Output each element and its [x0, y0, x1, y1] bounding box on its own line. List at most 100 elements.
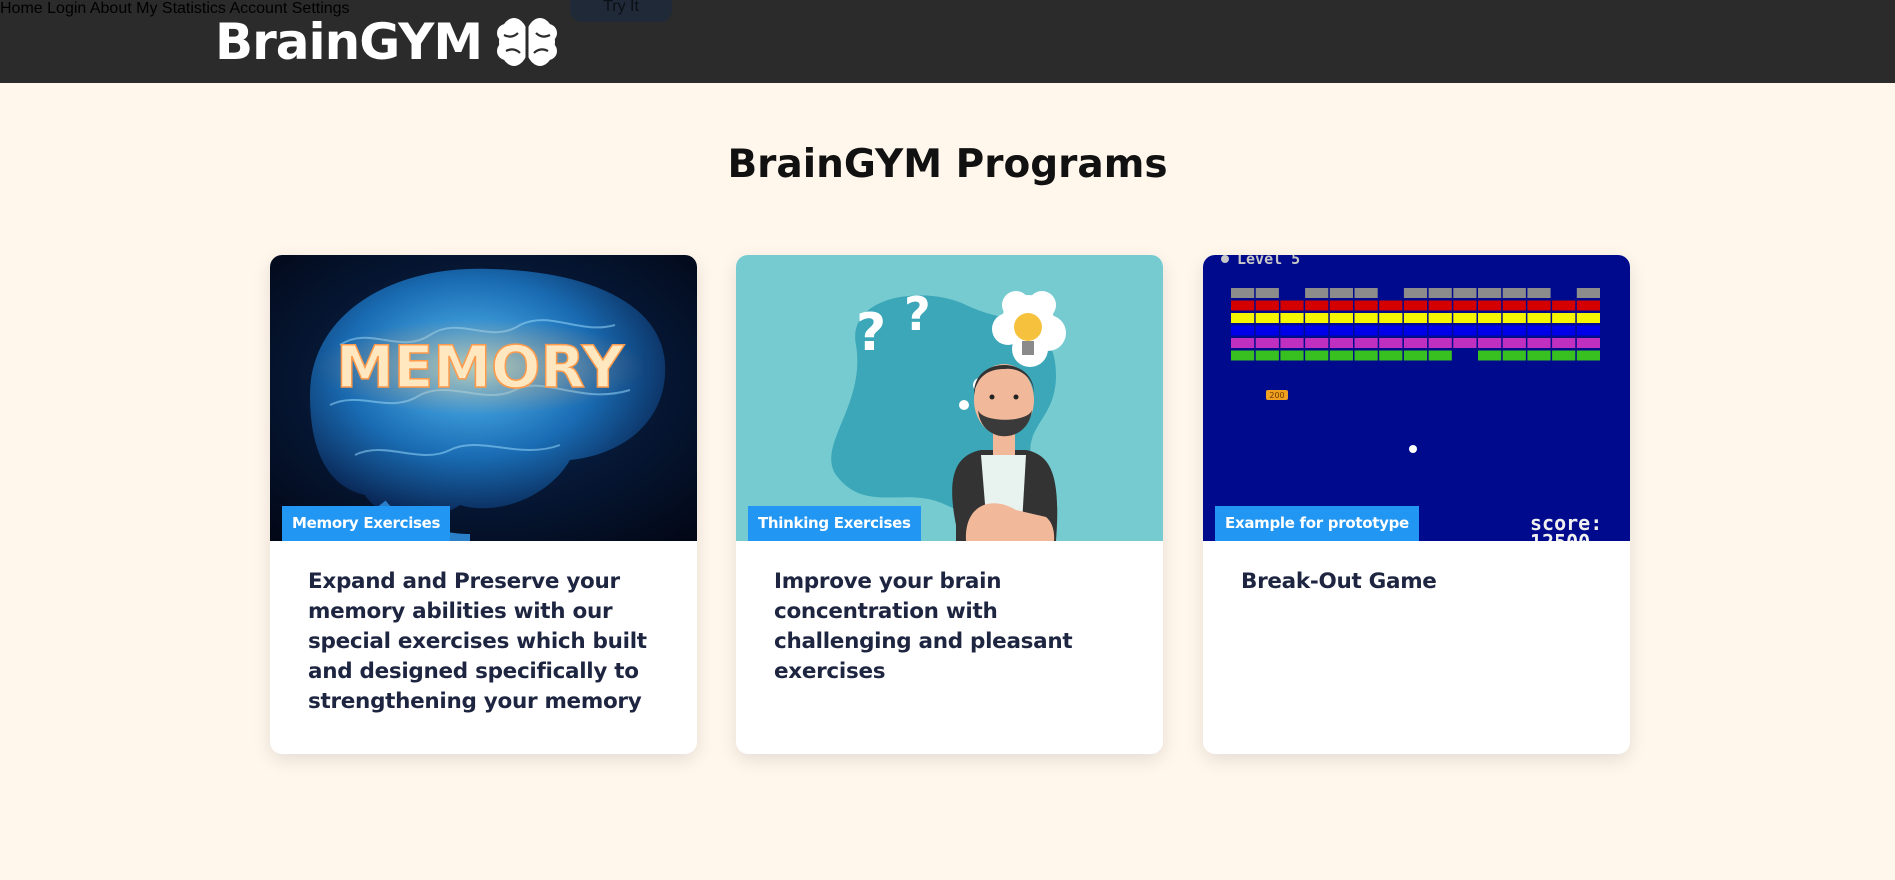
game-bonus: 200 [1269, 391, 1284, 400]
game-brick [1478, 325, 1502, 336]
game-brick [1305, 338, 1329, 348]
game-brick [1280, 350, 1304, 361]
svg-text:?: ? [856, 303, 886, 363]
game-brick [1231, 300, 1255, 311]
game-brick [1502, 350, 1526, 361]
game-brick [1255, 350, 1279, 361]
game-score-value: 12500 [1530, 530, 1590, 541]
memory-image-text: MEMORY [336, 333, 625, 401]
game-brick [1379, 350, 1403, 361]
game-brick [1329, 338, 1353, 348]
program-card-memory[interactable]: MEMORY Memory Exercises Expand and Prese… [270, 255, 697, 754]
game-brick [1231, 325, 1255, 336]
game-brick [1329, 313, 1353, 323]
game-brick [1379, 313, 1403, 323]
game-brick [1453, 313, 1477, 323]
nav-home[interactable]: Home [0, 0, 43, 17]
game-brick [1527, 350, 1551, 361]
game-level-label: Level 5 [1237, 255, 1300, 268]
game-brick [1478, 288, 1502, 298]
logo[interactable]: BrainGYM [215, 10, 558, 74]
game-brick [1453, 288, 1477, 298]
game-brick [1478, 313, 1502, 323]
game-brick [1453, 338, 1477, 348]
game-brick [1329, 325, 1353, 336]
game-brick [1453, 300, 1477, 311]
game-brick [1453, 325, 1477, 336]
game-brick [1502, 300, 1526, 311]
program-card-breakout[interactable]: Level 5 200 score: 12500 Example for pro… [1203, 255, 1630, 754]
game-brick [1255, 325, 1279, 336]
game-brick [1576, 300, 1600, 311]
game-brick [1354, 288, 1378, 298]
game-brick [1379, 300, 1403, 311]
game-brick [1502, 338, 1526, 348]
nav-about[interactable]: About [90, 0, 132, 17]
game-brick [1403, 338, 1428, 348]
game-brick [1280, 325, 1304, 336]
game-brick [1502, 325, 1526, 336]
game-brick [1305, 288, 1329, 298]
game-brick [1576, 350, 1600, 361]
game-brick [1403, 325, 1428, 336]
logo-text: BrainGYM [215, 13, 483, 71]
game-brick [1478, 350, 1502, 361]
game-brick [1403, 313, 1428, 323]
game-brick [1305, 300, 1329, 311]
game-brick [1231, 350, 1255, 361]
game-brick [1255, 288, 1279, 298]
game-brick [1255, 338, 1279, 348]
category-badge[interactable]: Memory Exercises [282, 506, 451, 541]
card-description: Break-Out Game [1241, 569, 1437, 594]
game-brick [1552, 300, 1576, 311]
game-brick [1280, 338, 1304, 348]
game-brick [1329, 300, 1353, 311]
card-description: Expand and Preserve your memory abilitie… [308, 569, 647, 714]
game-brick [1379, 325, 1403, 336]
nav-login[interactable]: Login [47, 0, 86, 17]
game-brick [1403, 288, 1428, 298]
try-it-button[interactable]: Try It [570, 0, 672, 22]
game-brick [1280, 300, 1304, 311]
game-brick [1255, 313, 1279, 323]
game-brick [1502, 313, 1526, 323]
breakout-game-image: Level 5 200 score: 12500 Example for pro… [1203, 255, 1630, 541]
game-brick [1428, 288, 1452, 298]
game-brick [1428, 338, 1452, 348]
program-card-thinking[interactable]: ? ? Thinking Exercises Improve your brai… [736, 255, 1163, 754]
svg-text:?: ? [904, 287, 931, 341]
game-brick [1527, 288, 1551, 298]
category-badge[interactable]: Example for prototype [1215, 506, 1419, 541]
game-brick [1280, 313, 1304, 323]
game-brick [1305, 350, 1329, 361]
game-brick [1255, 300, 1279, 311]
game-brick [1305, 325, 1329, 336]
game-brick [1428, 313, 1452, 323]
game-brick [1403, 350, 1428, 361]
category-badge[interactable]: Thinking Exercises [748, 506, 921, 541]
game-brick [1552, 350, 1576, 361]
game-brick [1403, 300, 1428, 311]
game-brick [1428, 300, 1452, 311]
game-ball [1409, 445, 1417, 453]
game-brick [1552, 338, 1576, 348]
game-brick [1231, 338, 1255, 348]
nav-my-statistics[interactable]: My Statistics [136, 0, 226, 17]
game-brick [1428, 325, 1452, 336]
card-description: Improve your brain concentration with ch… [774, 569, 1073, 684]
game-brick [1354, 350, 1378, 361]
game-brick [1502, 288, 1526, 298]
game-brick [1552, 313, 1576, 323]
game-brick [1576, 338, 1600, 348]
game-brick [1428, 350, 1452, 361]
thinking-image: ? ? Thinking Exercises [736, 255, 1163, 541]
game-brick [1576, 325, 1600, 336]
memory-image: MEMORY Memory Exercises [270, 255, 697, 541]
game-brick [1305, 313, 1329, 323]
game-brick [1354, 313, 1378, 323]
game-brick [1231, 288, 1255, 298]
game-brick [1379, 338, 1403, 348]
game-brick [1527, 325, 1551, 336]
game-brick [1527, 338, 1551, 348]
top-navbar: BrainGYM Try It Home Login About My Stat… [0, 0, 1895, 83]
